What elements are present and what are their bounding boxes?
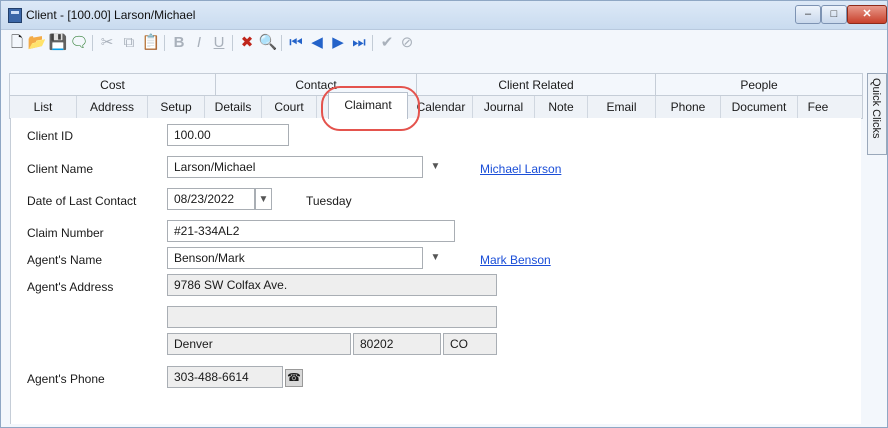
client-name-dropdown[interactable]: ▼: [427, 156, 444, 178]
last-contact-label: Date of Last Contact: [27, 194, 137, 208]
agent-phone-field[interactable]: 303-488-6614: [167, 366, 283, 388]
previous-record-icon[interactable]: ◀: [307, 33, 327, 53]
agent-city-field[interactable]: Denver: [167, 333, 351, 355]
bold-icon: B: [173, 34, 185, 51]
italic-icon: I: [196, 34, 202, 51]
window-title: Client - [100.00] Larson/Michael: [26, 8, 196, 22]
paste-icon: 📋: [141, 34, 161, 51]
tab-journal[interactable]: Journal: [473, 96, 535, 118]
tab-email[interactable]: Email: [588, 96, 656, 118]
copy-icon: ⧉: [123, 34, 135, 51]
date-picker-dropdown[interactable]: ▼: [255, 188, 272, 210]
tab-groups: Cost Contact Client Related People: [9, 73, 863, 96]
toolbar: 🗋 📂 💾 🗨 ✂ ⧉ 📋 B I U ✖ 🔍 ⏮ ◀ ▶ ⏭ ✔ ⊘: [1, 30, 887, 55]
first-record-icon[interactable]: ⏮: [286, 33, 306, 53]
next-record-icon[interactable]: ▶: [328, 33, 348, 53]
agent-state-field[interactable]: CO: [443, 333, 497, 355]
agent-name-label: Agent's Name: [27, 253, 102, 267]
cancel-icon: ⊘: [400, 34, 414, 51]
tab-group-client-related: Client Related: [417, 74, 656, 96]
underline-icon: U: [213, 34, 225, 51]
comment-icon[interactable]: 🗨: [69, 33, 89, 53]
agent-name-dropdown[interactable]: ▼: [427, 247, 444, 269]
minimize-button[interactable]: –: [795, 5, 821, 24]
tab-group-people: People: [740, 78, 778, 92]
tab-list[interactable]: List: [10, 96, 77, 118]
tab-address[interactable]: Address: [77, 96, 148, 118]
title-bar[interactable]: Client - [100.00] Larson/Michael – □ ✕: [1, 1, 887, 30]
search-icon[interactable]: 🔍: [258, 33, 278, 53]
claimant-form: Client ID 100.00 Client Name Larson/Mich…: [10, 118, 861, 424]
tab-fee[interactable]: Fee: [798, 96, 838, 118]
tab-court[interactable]: Court: [262, 96, 317, 118]
claim-number-field[interactable]: #21-334AL2: [167, 220, 455, 242]
last-contact-date-field[interactable]: 08/23/2022: [167, 188, 255, 210]
tab-calendar[interactable]: Calendar: [410, 96, 473, 118]
tab-note[interactable]: Note: [535, 96, 588, 118]
client-id-field[interactable]: 100.00: [167, 124, 289, 146]
client-name-label: Client Name: [27, 162, 94, 176]
agent-zip-field[interactable]: 80202: [353, 333, 441, 355]
client-name-field[interactable]: Larson/Michael: [167, 156, 423, 178]
client-link[interactable]: Michael Larson: [480, 162, 561, 176]
claim-number-label: Claim Number: [27, 226, 104, 240]
check-icon: ✔: [380, 34, 394, 51]
tab-phone[interactable]: Phone: [656, 96, 721, 118]
client-id-label: Client ID: [27, 129, 74, 143]
agent-address-label: Agent's Address: [27, 280, 114, 294]
app-icon: [8, 8, 22, 23]
agent-address-line1-field[interactable]: 9786 SW Colfax Ave.: [167, 274, 497, 296]
tab-document[interactable]: Document: [721, 96, 798, 118]
open-folder-icon[interactable]: 📂: [27, 33, 47, 53]
save-icon[interactable]: 💾: [48, 33, 68, 53]
close-button[interactable]: ✕: [847, 5, 887, 24]
agent-name-field[interactable]: Benson/Mark: [167, 247, 423, 269]
cut-icon: ✂: [100, 34, 114, 51]
new-document-icon[interactable]: 🗋: [7, 33, 27, 53]
last-record-icon[interactable]: ⏭: [349, 33, 369, 53]
tab-claimant[interactable]: Claimant: [328, 92, 408, 119]
client-window: Client - [100.00] Larson/Michael – □ ✕ 🗋…: [0, 0, 888, 428]
maximize-button[interactable]: □: [821, 5, 847, 24]
last-contact-day: Tuesday: [306, 194, 352, 208]
quick-clicks-panel[interactable]: Quick Clicks: [867, 73, 887, 155]
phone-dial-icon[interactable]: ☎: [285, 369, 303, 387]
quick-clicks-label: Quick Clicks: [870, 78, 882, 139]
agent-phone-label: Agent's Phone: [27, 372, 105, 386]
delete-icon[interactable]: ✖: [237, 33, 257, 53]
tab-bar: List Address Setup Details Court Claiman…: [9, 92, 863, 119]
agent-address-line2-field[interactable]: [167, 306, 497, 328]
tab-details[interactable]: Details: [205, 96, 262, 118]
tab-setup[interactable]: Setup: [148, 96, 205, 118]
agent-link[interactable]: Mark Benson: [480, 253, 551, 267]
tab-group-cost: Cost: [10, 74, 216, 96]
